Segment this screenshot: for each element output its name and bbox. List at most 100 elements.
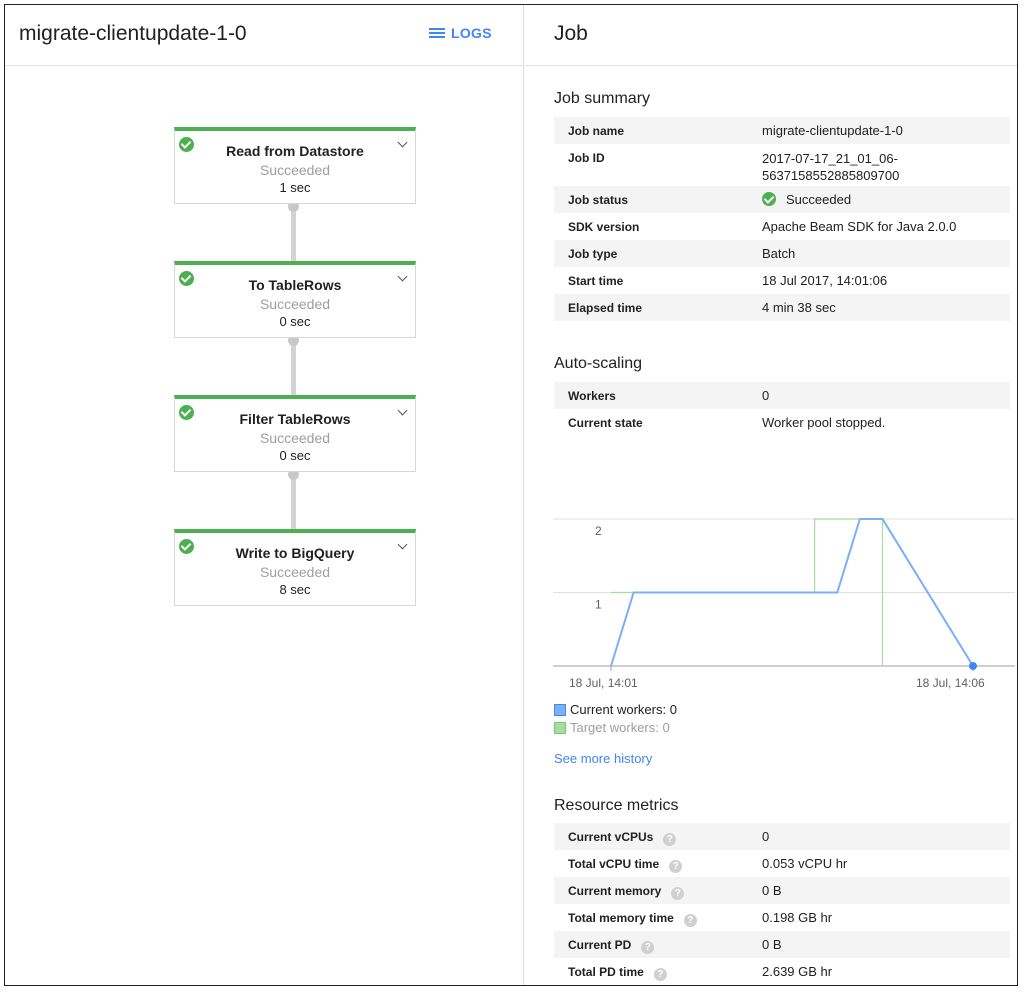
help-icon[interactable]: ?: [653, 968, 667, 981]
row-label: Job name: [568, 124, 625, 138]
row-label: Elapsed time: [568, 301, 643, 315]
y-tick-label: 2: [595, 524, 602, 538]
table-row: Total PD time? 2.639 GB hr: [554, 958, 1010, 985]
legend-swatch-current: [554, 703, 566, 716]
row-value: 0.053 vCPU hr: [762, 856, 848, 871]
table-row: Current PD? 0 B: [554, 931, 1010, 958]
legend-target: Target workers: 0: [554, 720, 670, 735]
metric-name: Total vCPU time: [568, 857, 660, 871]
table-row: Current memory? 0 B: [554, 877, 1010, 904]
legend-target-label: Target workers: 0: [570, 720, 670, 735]
job-title: migrate-clientupdate-1-0: [19, 22, 247, 45]
step-time: 1 sec: [279, 180, 311, 195]
row-value: 2.639 GB hr: [762, 964, 833, 979]
help-icon[interactable]: ?: [641, 941, 655, 954]
step-status: Succeeded: [259, 296, 331, 312]
row-label: Job ID: [568, 151, 605, 165]
legend-current: Current workers: 0: [554, 702, 677, 717]
logs-label: LOGS: [451, 25, 492, 41]
help-icon[interactable]: ?: [663, 833, 677, 846]
metric-name: Current vCPUs: [568, 830, 654, 844]
row-label: Current PD?: [568, 938, 655, 954]
table-row: SDK version Apache Beam SDK for Java 2.0…: [554, 213, 1010, 240]
pipeline-panel: migrate-clientupdate-1-0 LOGS Read from …: [5, 5, 524, 985]
job-summary-table: Job name migrate-clientupdate-1-0 Job ID…: [554, 117, 1010, 321]
step-node-filter-tablerows[interactable]: Filter TableRows Succeeded 0 sec: [174, 395, 416, 472]
step-time: 0 sec: [279, 314, 311, 329]
table-row: Total memory time? 0.198 GB hr: [554, 904, 1010, 931]
table-row: Workers 0: [554, 382, 1010, 409]
row-label: Current state: [568, 416, 643, 430]
logs-button[interactable]: LOGS: [429, 25, 492, 41]
job-panel: Job Job summary Job name migrate-clientu…: [525, 5, 1017, 985]
step-connector: [291, 205, 296, 265]
panel-title: Job: [554, 22, 588, 45]
row-value: 0 B: [762, 883, 782, 898]
row-label: Current vCPUs?: [568, 830, 677, 846]
workers-chart: 1 2 18 Jul, 14:01 18 Jul, 14:06: [553, 518, 1015, 690]
row-value: 18 Jul 2017, 14:01:06: [762, 273, 888, 288]
row-value: 0: [762, 388, 770, 403]
row-label: Workers: [568, 389, 616, 403]
check-circle-icon: [762, 192, 776, 206]
table-row: Job ID 2017-07-17_21_01_06- 5637158552885…: [554, 144, 1010, 186]
row-label: Current memory?: [568, 884, 685, 900]
step-name: To TableRows: [248, 277, 342, 293]
job-status-text: Succeeded: [786, 192, 852, 207]
metric-name: Total memory time: [568, 911, 674, 925]
logs-icon: [429, 26, 445, 40]
table-row: Elapsed time 4 min 38 sec: [554, 294, 1010, 321]
current-value-point: [969, 662, 977, 670]
help-icon[interactable]: ?: [669, 860, 683, 873]
help-icon[interactable]: ?: [671, 887, 685, 900]
step-time: 0 sec: [279, 448, 311, 463]
row-value: 0 B: [762, 937, 782, 952]
step-status: Succeeded: [259, 430, 331, 446]
job-id-part2: 5637158552885809700: [762, 168, 900, 183]
step-node-write-bigquery[interactable]: Write to BigQuery Succeeded 8 sec: [174, 529, 416, 606]
row-value: 2017-07-17_21_01_06- 5637158552885809700: [762, 150, 899, 184]
table-row: Job status Succeeded: [554, 186, 1010, 213]
autoscaling-heading: Auto-scaling: [554, 355, 643, 372]
table-row: Start time 18 Jul 2017, 14:01:06: [554, 267, 1010, 294]
row-value: 0: [762, 829, 770, 844]
legend-swatch-target: [554, 721, 566, 734]
resource-metrics-heading: Resource metrics: [554, 797, 679, 814]
step-status: Succeeded: [259, 564, 331, 580]
step-name: Write to BigQuery: [235, 545, 355, 561]
row-value: migrate-clientupdate-1-0: [762, 123, 903, 138]
row-label: Total vCPU time?: [568, 857, 683, 873]
step-name: Read from Datastore: [226, 143, 364, 159]
row-label: Total PD time?: [568, 965, 667, 981]
metric-name: Current PD: [568, 938, 632, 952]
step-status: Succeeded: [259, 162, 331, 178]
job-panel-header: Job: [525, 5, 1017, 66]
step-connector: [291, 339, 296, 399]
metric-name: Total PD time: [568, 965, 644, 979]
row-label: Start time: [568, 274, 624, 288]
row-value: Batch: [762, 246, 796, 261]
pipeline-header: migrate-clientupdate-1-0 LOGS: [5, 5, 523, 66]
row-value: 0.198 GB hr: [762, 910, 833, 925]
row-value: Worker pool stopped.: [762, 415, 886, 430]
job-id-part1: 2017-07-17_21_01_06-: [762, 151, 898, 166]
resource-metrics-table: Current vCPUs? 0 Total vCPU time? 0.053 …: [554, 823, 1010, 985]
step-node-read-datastore[interactable]: Read from Datastore Succeeded 1 sec: [174, 127, 416, 204]
table-row: Total vCPU time? 0.053 vCPU hr: [554, 850, 1010, 877]
see-more-history-link[interactable]: See more history: [554, 751, 652, 766]
help-icon[interactable]: ?: [683, 914, 697, 927]
metric-name: Current memory: [568, 884, 662, 898]
row-value: 4 min 38 sec: [762, 300, 836, 315]
y-tick-label: 1: [595, 598, 602, 612]
x-tick-label: 18 Jul, 14:01: [569, 676, 638, 690]
row-value: Succeeded: [762, 192, 851, 207]
table-row: Job type Batch: [554, 240, 1010, 267]
step-connector: [291, 473, 296, 533]
legend-current-label: Current workers: 0: [570, 702, 677, 717]
autoscaling-table: Workers 0 Current state Worker pool stop…: [554, 382, 1010, 436]
step-name: Filter TableRows: [239, 411, 351, 427]
row-label: Job type: [568, 247, 618, 261]
job-summary-heading: Job summary: [554, 90, 651, 107]
step-time: 8 sec: [279, 582, 311, 597]
step-node-to-tablerows[interactable]: To TableRows Succeeded 0 sec: [174, 261, 416, 338]
